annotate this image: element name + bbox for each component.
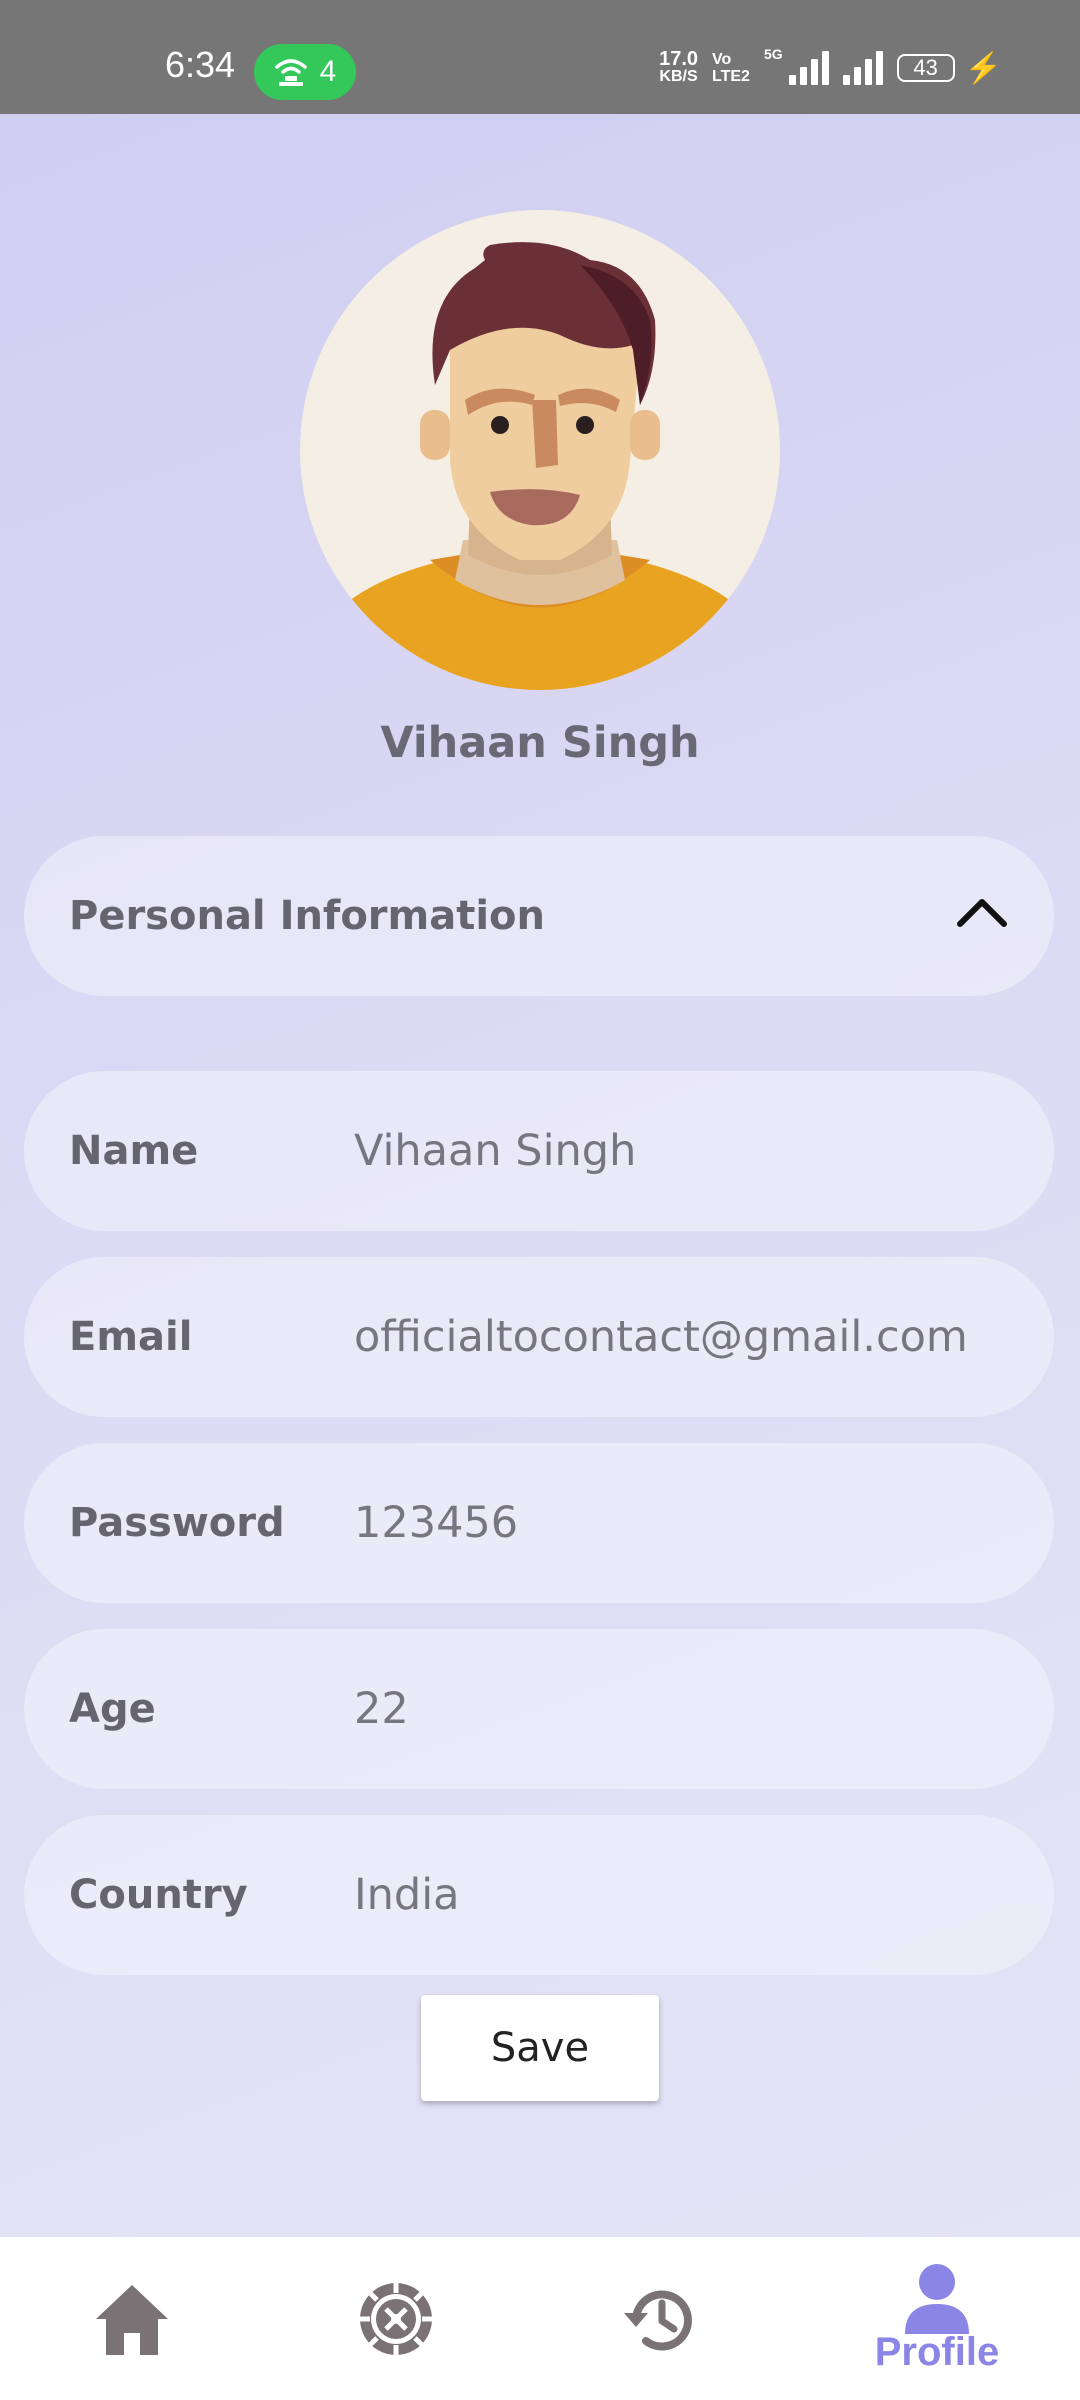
nav-history[interactable] — [620, 2237, 700, 2400]
battery-icon: 43 — [896, 54, 955, 82]
signal-icon-sim1 — [788, 51, 829, 85]
field-country[interactable]: Country India — [24, 1815, 1054, 1975]
hotspot-count: 4 — [319, 55, 337, 88]
profile-icon — [905, 2264, 969, 2334]
hotspot-badge[interactable]: 4 — [254, 44, 356, 100]
status-icons: 17.0 KB/S Vo LTE2 5G 43 ⚡ — [659, 46, 1002, 90]
field-age[interactable]: Age 22 — [24, 1629, 1054, 1789]
field-label: Email — [69, 1314, 193, 1360]
field-label: Country — [69, 1872, 248, 1918]
nav-profile-label: Profile — [874, 2330, 1000, 2374]
network-speed: 17.0 KB/S — [659, 48, 699, 85]
bottom-navigation: Profile — [0, 2237, 1080, 2400]
field-label: Age — [69, 1686, 156, 1732]
field-value[interactable]: Vihaan Singh — [354, 1126, 636, 1176]
chevron-up-icon[interactable] — [954, 892, 1010, 932]
status-bar: 6:34 4 17.0 KB/S Vo LTE2 5G 43 ⚡ — [0, 0, 1080, 114]
signal-icon-sim2 — [842, 51, 883, 85]
nav-home[interactable] — [92, 2237, 172, 2400]
profile-name: Vihaan Singh — [380, 718, 700, 768]
status-time: 6:34 — [165, 44, 236, 85]
field-label: Password — [69, 1500, 285, 1546]
volte-indicator: Vo LTE2 — [712, 51, 750, 85]
field-value[interactable]: 22 — [354, 1684, 409, 1734]
charging-icon: ⚡ — [964, 51, 1002, 85]
nav-profile[interactable]: Profile — [862, 2237, 1012, 2400]
field-label: Name — [69, 1128, 199, 1174]
hotspot-icon — [274, 59, 307, 86]
roulette-icon — [360, 2282, 432, 2355]
personal-information-section[interactable]: Personal Information — [24, 836, 1054, 996]
field-password[interactable]: Password 123456 — [24, 1443, 1054, 1603]
field-value[interactable]: India — [354, 1870, 460, 1920]
home-icon — [96, 2284, 168, 2355]
save-button[interactable]: Save — [421, 1995, 659, 2101]
field-name[interactable]: Name Vihaan Singh — [24, 1071, 1054, 1231]
profile-avatar — [300, 210, 780, 690]
field-value[interactable]: officialtocontact@gmail.com — [354, 1312, 968, 1362]
field-email[interactable]: Email officialtocontact@gmail.com — [24, 1257, 1054, 1417]
section-title: Personal Information — [69, 893, 545, 939]
nav-roulette[interactable] — [356, 2237, 436, 2400]
field-value[interactable]: 123456 — [354, 1498, 518, 1548]
network-type: 5G — [763, 46, 783, 62]
history-icon — [624, 2290, 692, 2350]
battery-level: 43 — [913, 55, 938, 80]
